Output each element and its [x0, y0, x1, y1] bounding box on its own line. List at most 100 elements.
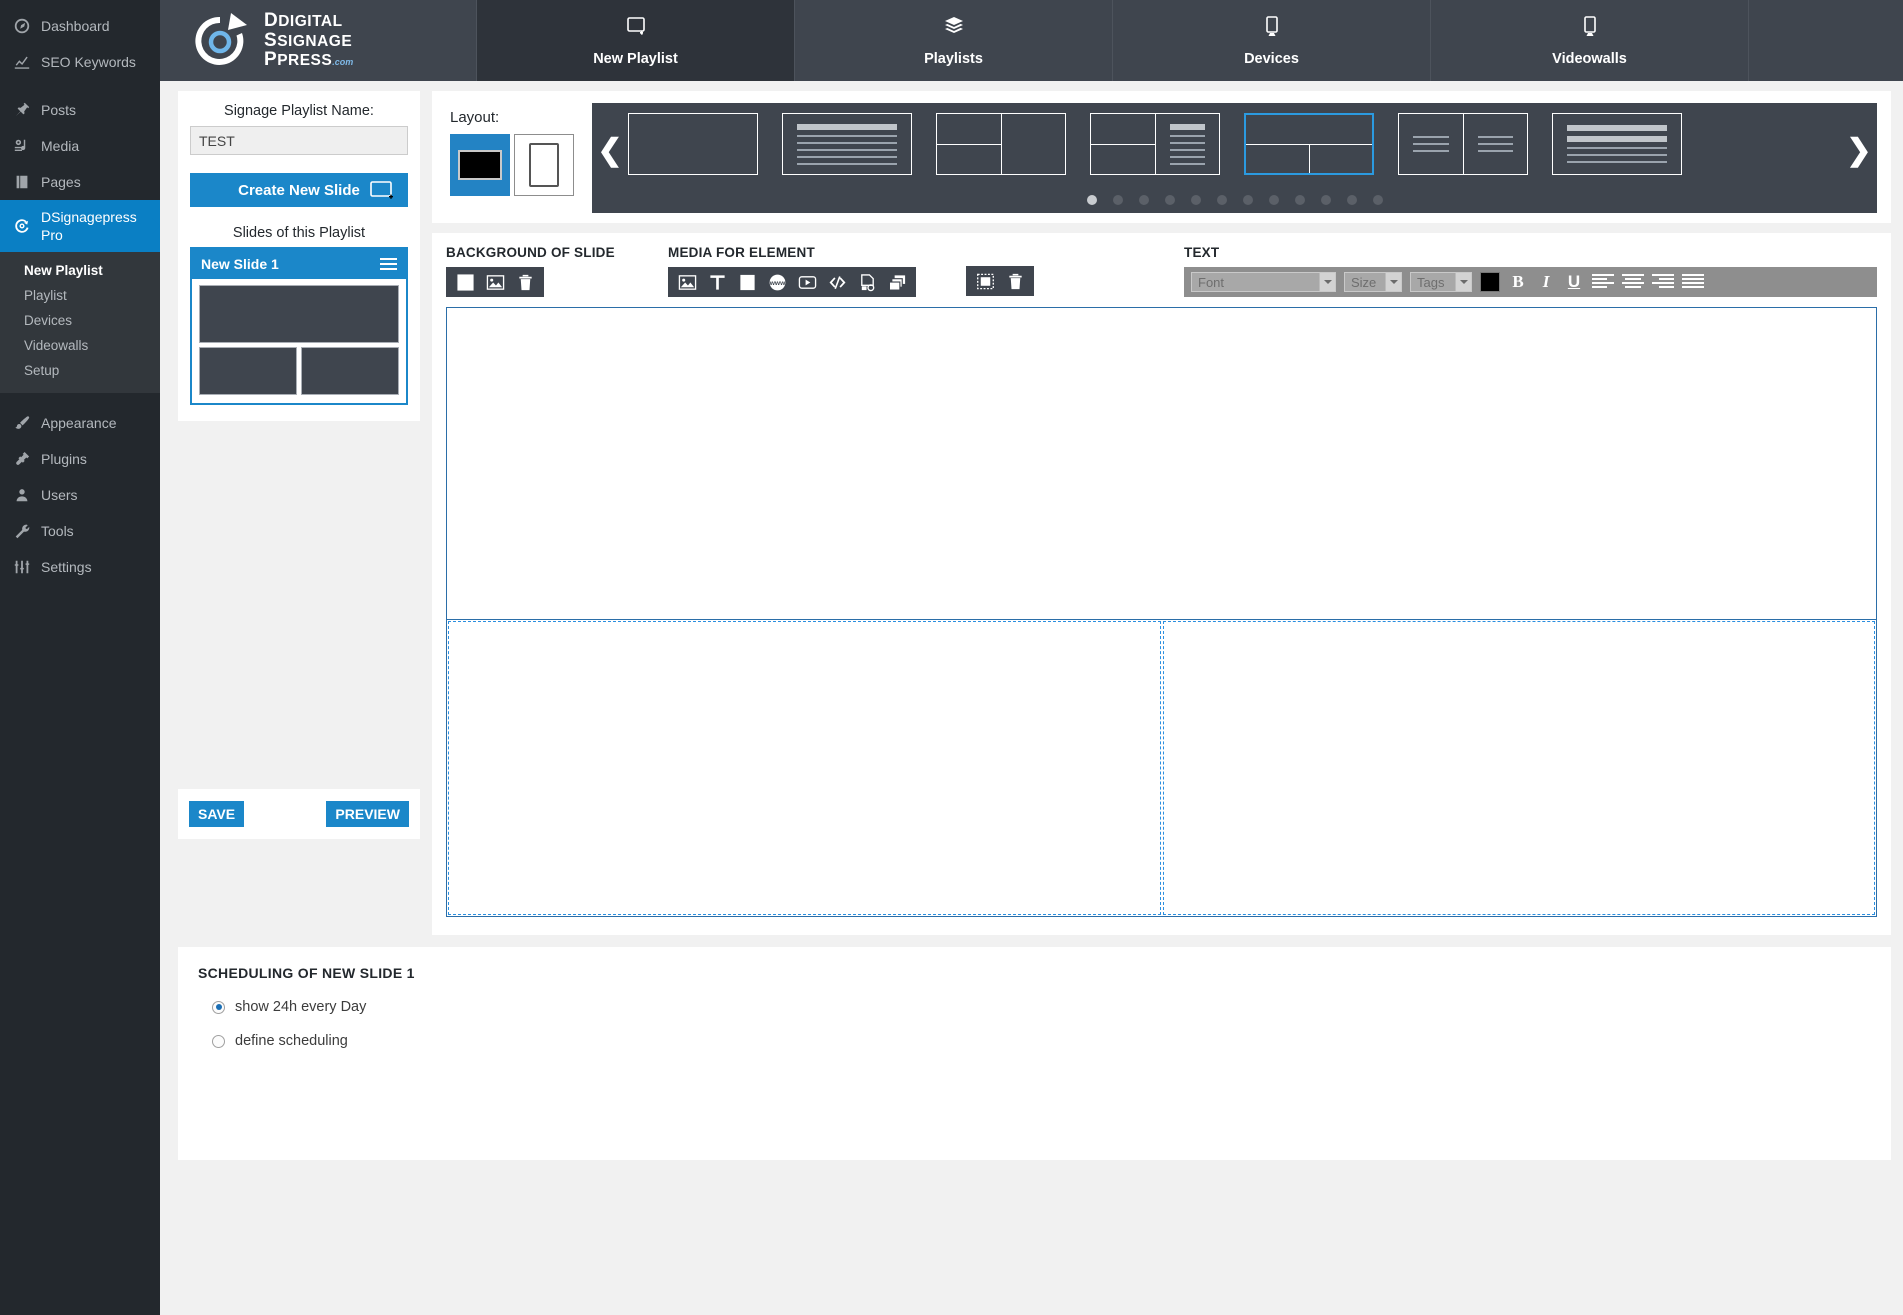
sidebar-item-appearance[interactable]: Appearance — [0, 405, 160, 441]
canvas-region-top[interactable] — [447, 308, 1876, 620]
underline-button[interactable]: U — [1564, 272, 1584, 292]
carousel-dot[interactable] — [1268, 195, 1279, 205]
text-color-swatch[interactable] — [1480, 272, 1500, 292]
carousel-dot[interactable] — [1294, 195, 1305, 205]
monitor-icon — [1577, 14, 1603, 44]
layout-template-two-text-blocks[interactable] — [1398, 113, 1528, 175]
canvas-region-bottom-right[interactable] — [1162, 621, 1875, 915]
schedule-option-show-24h[interactable]: show 24h every Day — [198, 999, 1871, 1015]
sidebar-item-pages[interactable]: Pages — [0, 164, 160, 200]
pdf-icon[interactable] — [857, 272, 877, 292]
thumb-region-bottom-left — [199, 347, 297, 395]
brand-line3-cap: P — [264, 49, 278, 71]
slide-title: New Slide 1 — [201, 256, 279, 272]
carousel-dot[interactable] — [1112, 195, 1123, 205]
save-button[interactable]: SAVE — [189, 801, 245, 827]
sidebar-label: SEO Keywords — [41, 54, 136, 70]
hamburger-icon[interactable] — [380, 255, 397, 273]
carousel-dot[interactable] — [1346, 195, 1357, 205]
preview-button[interactable]: PREVIEW — [326, 801, 409, 827]
tab-playlists[interactable]: Playlists — [795, 0, 1113, 81]
chevron-right-icon[interactable]: ❯ — [1841, 113, 1877, 187]
image-icon[interactable] — [677, 272, 697, 292]
trash-icon[interactable] — [1005, 271, 1025, 291]
tab-new-playlist[interactable]: New Playlist — [477, 0, 795, 81]
radio-show-24h[interactable] — [212, 1000, 225, 1014]
sidebar-subitem-new-playlist[interactable]: New Playlist — [0, 258, 160, 283]
font-select[interactable]: Font — [1191, 272, 1336, 292]
chevron-left-icon[interactable]: ❮ — [592, 113, 628, 187]
video-icon[interactable] — [797, 272, 817, 292]
size-select[interactable]: Size — [1344, 272, 1402, 292]
create-new-slide-label: Create New Slide — [238, 181, 360, 199]
sidebar-subitem-devices[interactable]: Devices — [0, 308, 160, 333]
image-icon[interactable] — [485, 272, 505, 292]
sidebar-item-seo-keywords[interactable]: SEO Keywords — [0, 44, 160, 80]
trash-icon[interactable] — [515, 272, 535, 292]
layout-template-carousel: ❮ ❯ — [592, 103, 1877, 213]
orientation-portrait-button[interactable] — [514, 134, 574, 196]
tags-select[interactable]: Tags — [1410, 272, 1472, 292]
carousel-dot[interactable] — [1086, 195, 1097, 205]
brand-line2-cap: S — [264, 29, 278, 51]
sidebar-item-users[interactable]: Users — [0, 477, 160, 513]
layers-copy-icon[interactable] — [887, 272, 907, 292]
italic-button[interactable]: I — [1536, 272, 1556, 292]
sidebar-label: DSignagepress Pro — [41, 209, 137, 243]
carousel-dot[interactable] — [1216, 195, 1227, 205]
playlist-name-input[interactable] — [190, 126, 408, 155]
layout-template-text-lines[interactable] — [782, 113, 912, 175]
sidebar-item-media[interactable]: Media — [0, 128, 160, 164]
sidebar-item-plugins[interactable]: Plugins — [0, 441, 160, 477]
align-left-icon[interactable] — [1592, 274, 1614, 290]
sidebar-subitem-playlist[interactable]: Playlist — [0, 283, 160, 308]
sidebar-item-settings[interactable]: Settings — [0, 549, 160, 585]
media-toolbar: www — [668, 267, 916, 297]
carousel-dot[interactable] — [1138, 195, 1149, 205]
sidebar-label: Settings — [41, 559, 92, 575]
create-new-slide-button[interactable]: Create New Slide — [190, 173, 408, 207]
layout-template-two-cols-split[interactable] — [936, 113, 1066, 175]
carousel-dot[interactable] — [1190, 195, 1201, 205]
layout-template-split-left-text-right[interactable] — [1090, 113, 1220, 175]
canvas-region-bottom-left[interactable] — [448, 621, 1161, 915]
carousel-dot[interactable] — [1320, 195, 1331, 205]
layout-template-full[interactable] — [628, 113, 758, 175]
sidebar-subitem-videowalls[interactable]: Videowalls — [0, 333, 160, 358]
sidebar-divider — [0, 80, 160, 92]
code-icon[interactable] — [827, 272, 847, 292]
font-select-value: Font — [1198, 274, 1225, 290]
carousel-dot[interactable] — [1164, 195, 1175, 205]
slide-canvas[interactable] — [446, 307, 1877, 917]
sidebar-item-dashboard[interactable]: Dashboard — [0, 8, 160, 44]
web-icon[interactable]: www — [767, 272, 787, 292]
color-square-icon[interactable] — [737, 272, 757, 292]
sidebar-item-tools[interactable]: Tools — [0, 513, 160, 549]
sidebar-item-posts[interactable]: Posts — [0, 92, 160, 128]
layout-template-header-lines[interactable] — [1552, 113, 1682, 175]
align-justify-icon[interactable] — [1682, 274, 1704, 290]
align-right-icon[interactable] — [1652, 274, 1674, 290]
brand-line2: SIGNAGE — [277, 32, 353, 50]
orientation-landscape-button[interactable] — [450, 134, 510, 196]
schedule-option-define[interactable]: define scheduling — [198, 1033, 1871, 1049]
brand-suffix: .com — [332, 57, 354, 68]
sidebar-item-dsignagepress-pro[interactable]: DSignagepress Pro — [0, 200, 160, 252]
playlist-settings-card: Signage Playlist Name: Create New Slide … — [178, 91, 420, 421]
color-square-icon[interactable] — [455, 272, 475, 292]
tab-label: Playlists — [924, 51, 983, 67]
radio-define-scheduling[interactable] — [212, 1034, 225, 1048]
bold-button[interactable]: B — [1508, 272, 1528, 292]
bottom-strip — [160, 1160, 1903, 1186]
align-center-icon[interactable] — [1622, 274, 1644, 290]
slide-item[interactable]: New Slide 1 — [190, 247, 408, 405]
tab-videowalls[interactable]: Videowalls — [1431, 0, 1749, 81]
carousel-dot[interactable] — [1242, 195, 1253, 205]
text-icon[interactable] — [707, 272, 727, 292]
layout-template-top-two-bottom[interactable] — [1244, 113, 1374, 175]
carousel-dot[interactable] — [1372, 195, 1383, 205]
select-frame-icon[interactable] — [975, 271, 995, 291]
tab-devices[interactable]: Devices — [1113, 0, 1431, 81]
brand-line1-cap: D — [264, 10, 279, 32]
sidebar-subitem-setup[interactable]: Setup — [0, 358, 160, 383]
